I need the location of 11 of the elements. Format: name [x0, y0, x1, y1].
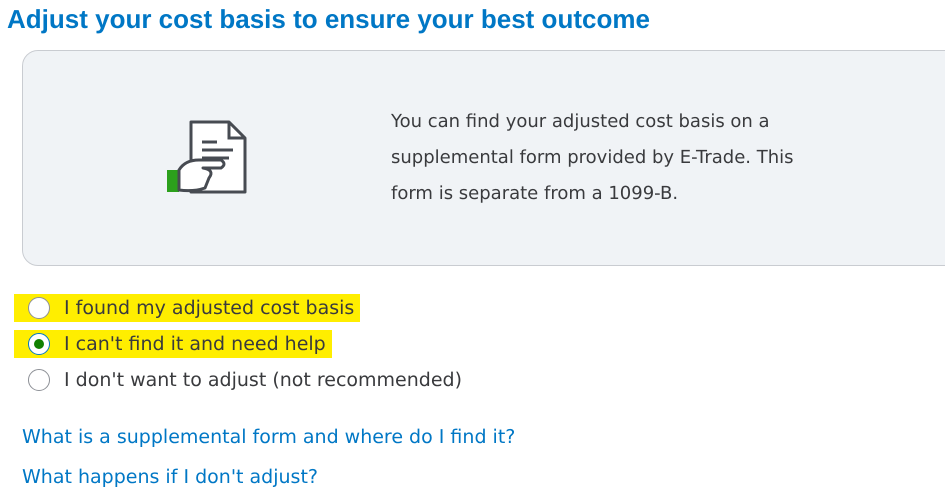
- option-label: I don't want to adjust (not recommended): [64, 369, 462, 391]
- help-link[interactable]: What is a supplemental form and where do I find it?: [22, 424, 945, 450]
- radio-button[interactable]: [28, 369, 50, 391]
- info-text: You can find your adjusted cost basis on a supplemental form provided by E-Trade. This form is separate from a 1099-B.: [391, 110, 794, 206]
- page-title: Adjust your cost basis to ensure your best outcome: [6, 3, 651, 36]
- radio-button[interactable]: [28, 333, 50, 355]
- option-label: I can't find it and need help: [64, 333, 326, 355]
- help-link[interactable]: What happens if I don't adjust?: [22, 464, 945, 490]
- radio-button[interactable]: [28, 297, 50, 319]
- hand-document-icon: [165, 120, 249, 196]
- option-label: I found my adjusted cost basis: [64, 297, 354, 319]
